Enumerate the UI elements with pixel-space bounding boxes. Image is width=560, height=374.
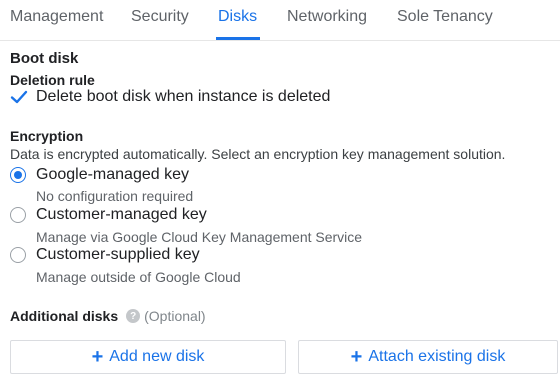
additional-disks-header: Additional disks ? (Optional) [10,308,206,324]
plus-icon: + [350,346,363,368]
encryption-description: Data is encrypted automatically. Select … [10,146,506,162]
add-new-disk-label: Add new disk [109,348,205,365]
delete-boot-disk-checkbox[interactable] [10,88,28,106]
customer-managed-key-label: Customer-managed key [36,206,207,223]
radio-google-managed-key[interactable]: Google-managed key [10,166,189,184]
radio-button-selected[interactable] [10,167,26,183]
radio-button[interactable] [10,247,26,263]
boot-disk-title: Boot disk [10,50,79,67]
deletion-rule-label: Deletion rule [10,72,95,88]
radio-customer-supplied-key[interactable]: Customer-supplied key [10,246,200,264]
radio-customer-managed-key[interactable]: Customer-managed key [10,206,207,224]
plus-icon: + [91,346,104,368]
active-tab-indicator [216,37,260,40]
tab-management[interactable]: Management [10,8,103,26]
customer-managed-key-description: Manage via Google Cloud Key Management S… [36,229,363,245]
delete-boot-disk-checkbox-row[interactable]: Delete boot disk when instance is delete… [10,88,330,106]
tab-sole-tenancy[interactable]: Sole Tenancy [397,8,493,26]
tab-networking[interactable]: Networking [287,8,367,26]
checkmark-icon [10,90,28,104]
attach-existing-disk-button[interactable]: + Attach existing disk [298,340,558,374]
optional-label: (Optional) [144,308,206,324]
add-new-disk-button[interactable]: + Add new disk [10,340,286,374]
additional-disks-title: Additional disks [10,308,119,324]
customer-supplied-key-description: Manage outside of Google Cloud [36,269,241,285]
encryption-title: Encryption [10,128,84,144]
google-managed-key-label: Google-managed key [36,166,189,183]
attach-existing-disk-label: Attach existing disk [368,348,506,365]
tab-disks[interactable]: Disks [218,8,257,26]
google-managed-key-description: No configuration required [36,188,194,204]
tab-security[interactable]: Security [131,8,189,26]
customer-supplied-key-label: Customer-supplied key [36,246,200,263]
delete-boot-disk-label: Delete boot disk when instance is delete… [36,88,331,105]
radio-button[interactable] [10,207,26,223]
help-icon[interactable]: ? [126,309,141,323]
tab-bar: Management Security Disks Networking Sol… [0,0,560,41]
